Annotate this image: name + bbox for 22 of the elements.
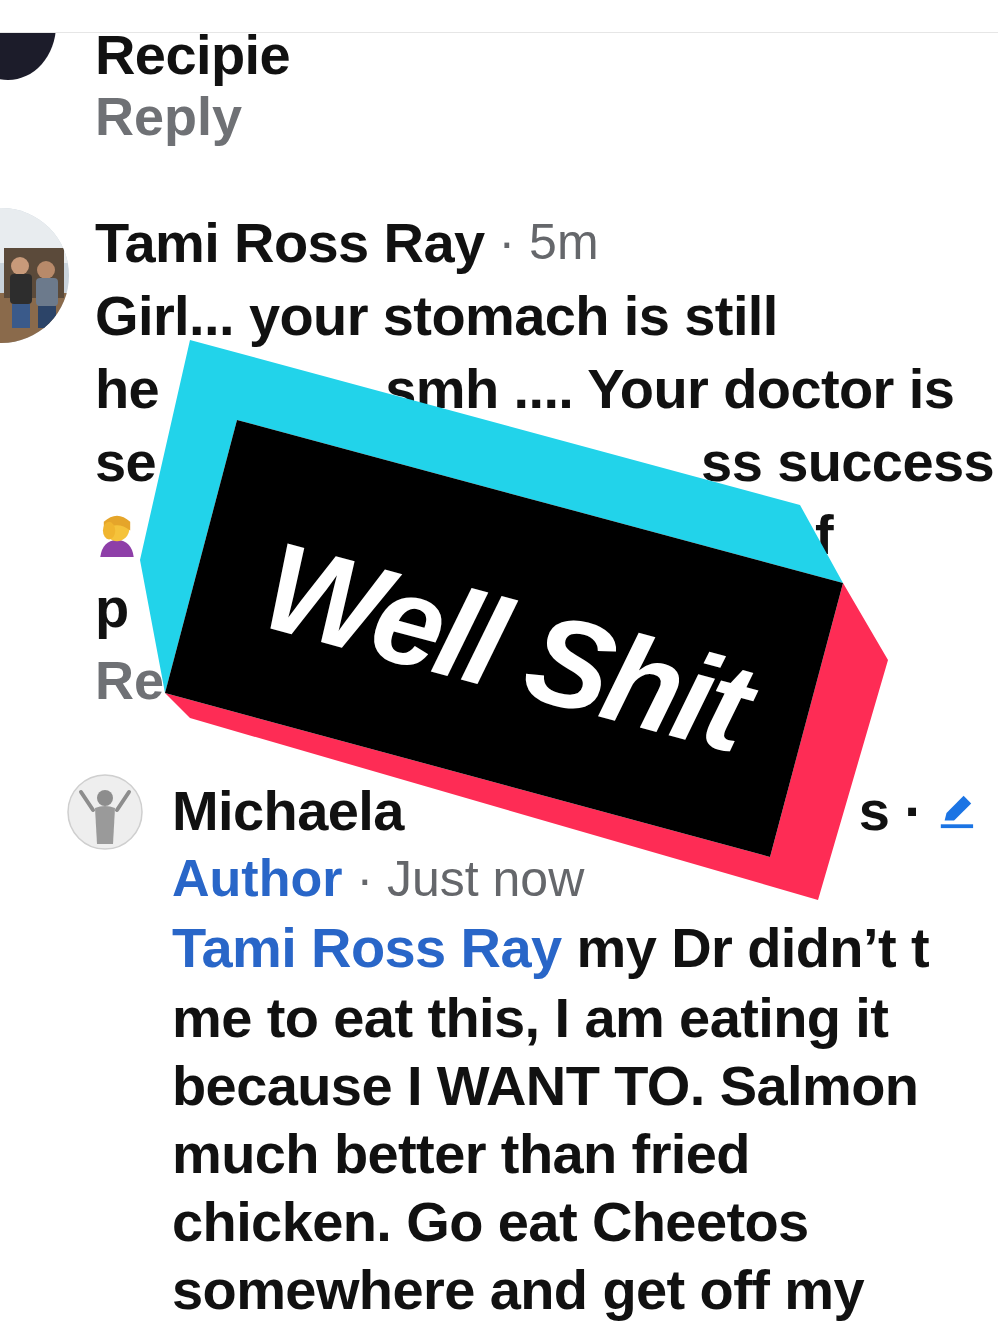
reply-link[interactable]: Reply: [95, 86, 243, 147]
comment-text: se: [95, 430, 157, 493]
comment-text: he: [95, 357, 160, 420]
mention-link[interactable]: Tami Ross Ray: [172, 915, 562, 979]
author-name[interactable]: Tami Ross Ray: [95, 211, 485, 274]
author-label: Author: [172, 850, 343, 908]
author-name[interactable]: s ·: [858, 782, 923, 839]
comment-text: me to eat this, I am eating it: [172, 987, 889, 1049]
comment-text: Recipie: [95, 24, 290, 86]
comment-text: because I WANT TO. Salmon: [172, 1055, 919, 1117]
comment-text: p: [95, 576, 129, 639]
comment-text: much better than fried: [172, 1123, 750, 1185]
sticker-text: Well Shit: [249, 514, 763, 779]
comment-text: somewhere and get off my: [172, 1259, 864, 1321]
comment-text: ss success: [701, 430, 995, 493]
comment-text: Girl... your stomach is still: [95, 284, 778, 347]
author-name[interactable]: Michaela: [172, 782, 404, 839]
comment-time: · Just now: [356, 851, 585, 907]
comment-text: Tami Ross Ray my Dr didn’t t: [172, 916, 929, 979]
comment-time: · 5m: [498, 215, 599, 270]
comment-text: chicken. Go eat Cheetos: [172, 1191, 809, 1253]
reply-link[interactable]: Re: [95, 650, 165, 711]
